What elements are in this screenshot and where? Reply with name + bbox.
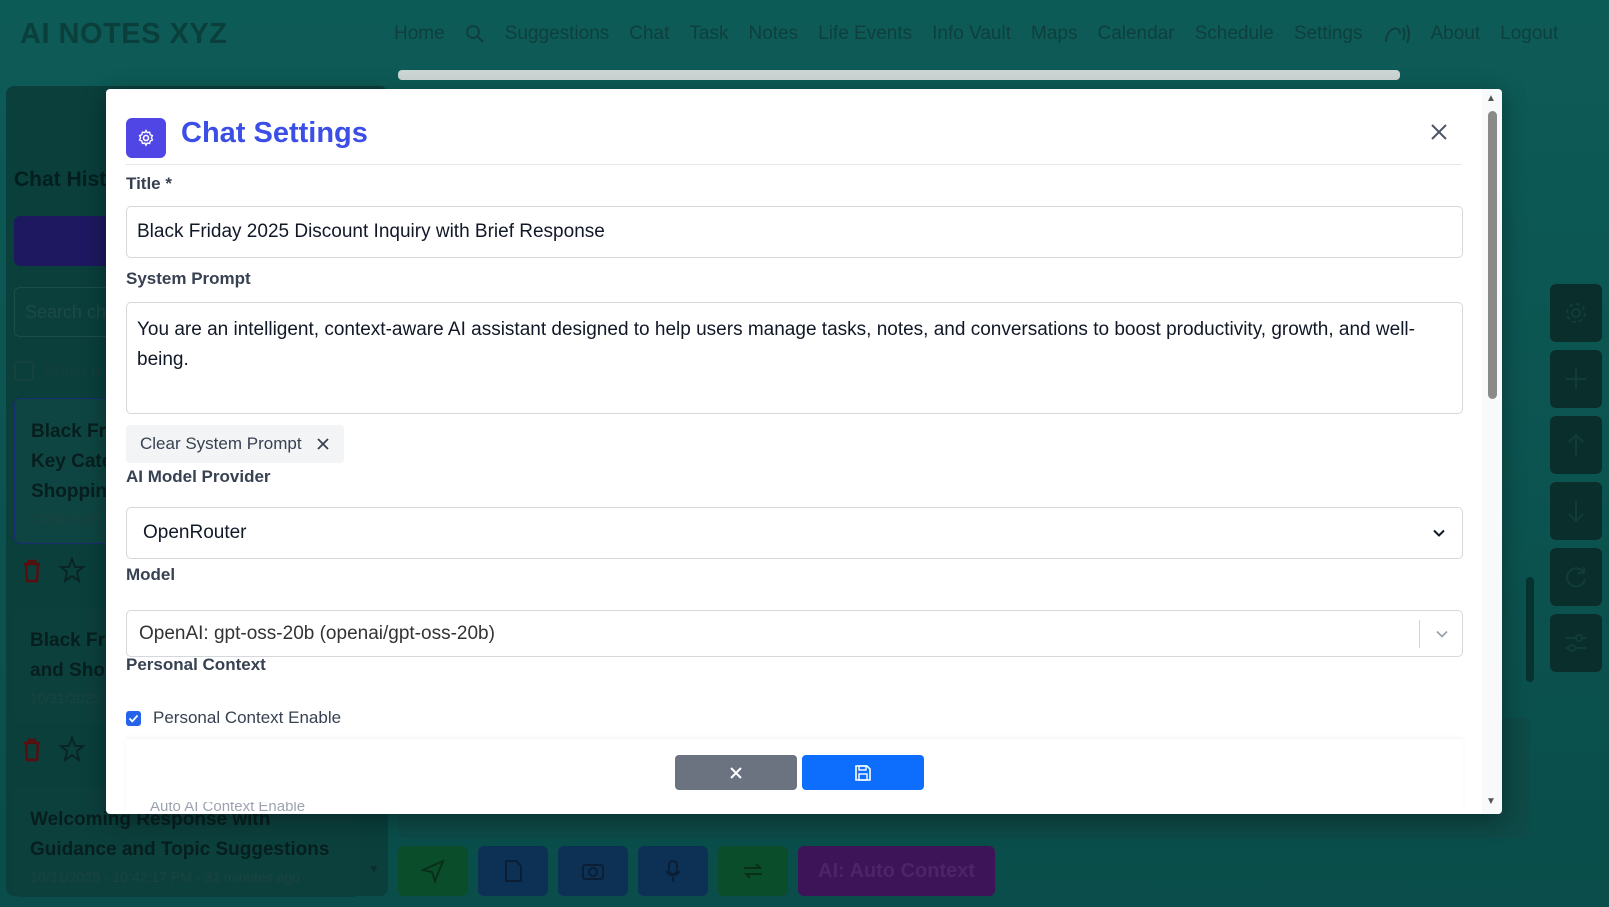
repeat-icon bbox=[743, 863, 763, 879]
modal-header: Chat Settings bbox=[126, 111, 1462, 165]
cancel-button[interactable] bbox=[675, 755, 797, 790]
star-icon[interactable] bbox=[58, 735, 86, 763]
nav-logout[interactable]: Logout bbox=[1500, 23, 1558, 45]
close-icon bbox=[1431, 124, 1447, 140]
provider-value: OpenRouter bbox=[143, 522, 247, 543]
clear-system-prompt-label: Clear System Prompt bbox=[140, 434, 302, 453]
nav-task[interactable]: Task bbox=[689, 23, 728, 45]
sliders-icon bbox=[1566, 634, 1586, 652]
save-icon bbox=[855, 764, 871, 781]
refresh-button[interactable] bbox=[1550, 548, 1602, 606]
add-button[interactable] bbox=[1550, 350, 1602, 408]
arrow-down-icon bbox=[1568, 501, 1584, 523]
personal-context-checkbox[interactable] bbox=[126, 710, 141, 726]
chat-history-item-title: Welcoming Response with Guidance and Top… bbox=[30, 809, 330, 860]
nav-links: Home Suggestions Chat Task Notes Life Ev… bbox=[394, 22, 1558, 46]
camera-button[interactable] bbox=[558, 846, 628, 896]
filters-button[interactable] bbox=[1550, 614, 1602, 672]
chat-item-actions bbox=[18, 735, 86, 763]
settings-button[interactable] bbox=[1550, 284, 1602, 342]
nav-life-events[interactable]: Life Events bbox=[818, 23, 912, 45]
gear-icon bbox=[1566, 303, 1586, 323]
camera-icon bbox=[582, 864, 604, 880]
nav-chat[interactable]: Chat bbox=[629, 23, 669, 45]
show-only-checkbox[interactable] bbox=[14, 361, 34, 381]
modal-title: Chat Settings bbox=[181, 117, 368, 149]
close-icon bbox=[316, 438, 329, 450]
show-only-filter[interactable]: Show o bbox=[14, 361, 101, 381]
trash-icon[interactable] bbox=[18, 556, 46, 584]
nav-notes[interactable]: Notes bbox=[748, 23, 798, 45]
close-icon bbox=[730, 766, 742, 779]
title-label: Title * bbox=[126, 174, 172, 193]
nav-suggestions[interactable]: Suggestions bbox=[505, 23, 610, 45]
nav-about[interactable]: About bbox=[1430, 23, 1480, 45]
scroll-top-button[interactable] bbox=[1550, 416, 1602, 474]
nav-calendar[interactable]: Calendar bbox=[1097, 23, 1174, 45]
right-tool-rail bbox=[1550, 284, 1602, 672]
scroll-down-icon[interactable]: ▼ bbox=[1486, 796, 1496, 807]
personal-context-enable-label: Personal Context Enable bbox=[153, 708, 342, 727]
star-icon[interactable] bbox=[58, 556, 86, 584]
system-prompt-label: System Prompt bbox=[126, 269, 251, 288]
personal-context-toggle[interactable]: Personal Context Enable bbox=[126, 708, 341, 728]
sidebar-scroll-down-icon[interactable]: ▼ bbox=[368, 862, 380, 876]
scroll-up-icon[interactable]: ▲ bbox=[1486, 93, 1496, 104]
arrow-up-icon bbox=[1568, 433, 1584, 455]
microphone-icon bbox=[665, 860, 681, 882]
chat-messages-panel bbox=[398, 70, 1400, 80]
chat-history-title: Chat Hist bbox=[14, 168, 107, 191]
nav-schedule[interactable]: Schedule bbox=[1195, 23, 1274, 45]
provider-select[interactable]: OpenRouter bbox=[126, 507, 1463, 559]
chat-item-actions bbox=[18, 556, 86, 584]
modal-footer: Auto AI Context Enable bbox=[126, 739, 1463, 814]
chat-action-bar: AI: Auto Context bbox=[398, 846, 996, 896]
plus-icon bbox=[1566, 369, 1586, 389]
refresh-icon bbox=[1566, 567, 1586, 588]
chat-scrollbar[interactable] bbox=[1522, 72, 1538, 702]
brand-logo[interactable]: AI NOTES XYZ bbox=[20, 18, 227, 51]
microphone-button[interactable] bbox=[638, 846, 708, 896]
top-navbar: AI NOTES XYZ Home Suggestions Chat Task … bbox=[0, 0, 1609, 72]
chevron-down-icon bbox=[1433, 529, 1445, 537]
chevron-down-icon bbox=[1436, 630, 1448, 638]
repeat-button[interactable] bbox=[718, 846, 788, 896]
clear-system-prompt-button[interactable]: Clear System Prompt bbox=[126, 425, 344, 463]
model-label: Model bbox=[126, 565, 176, 584]
settings-badge bbox=[126, 117, 166, 158]
close-modal-button[interactable] bbox=[1424, 117, 1454, 147]
voice-icon[interactable] bbox=[1382, 22, 1411, 46]
personal-context-label: Personal Context bbox=[126, 655, 266, 674]
save-button[interactable] bbox=[802, 755, 924, 790]
model-select[interactable]: OpenAI: gpt-oss-20b (openai/gpt-oss-20b) bbox=[126, 610, 1463, 657]
nav-maps[interactable]: Maps bbox=[1031, 23, 1077, 45]
scroll-bottom-button[interactable] bbox=[1550, 482, 1602, 540]
hidden-option-label: Auto AI Context Enable bbox=[150, 802, 306, 814]
attach-file-button[interactable] bbox=[478, 846, 548, 896]
ai-context-button[interactable]: AI: Auto Context bbox=[798, 846, 996, 896]
gear-icon bbox=[138, 128, 154, 147]
nav-home[interactable]: Home bbox=[394, 23, 445, 45]
nav-settings[interactable]: Settings bbox=[1294, 23, 1363, 45]
modal-scrollbar[interactable]: ▲ ▼ bbox=[1482, 89, 1502, 814]
send-icon bbox=[420, 859, 445, 884]
model-value: OpenAI: gpt-oss-20b (openai/gpt-oss-20b) bbox=[139, 622, 495, 644]
chat-settings-modal: Chat Settings Title * Black Friday 2025 … bbox=[106, 89, 1502, 814]
nav-info-vault[interactable]: Info Vault bbox=[932, 23, 1011, 45]
search-icon[interactable] bbox=[465, 24, 485, 44]
check-icon bbox=[128, 714, 139, 723]
file-icon bbox=[505, 860, 522, 882]
trash-icon[interactable] bbox=[18, 735, 46, 763]
send-button[interactable] bbox=[398, 846, 468, 896]
chat-history-item-date: 10/31/2025 - 10:42:17 PM - 32 minutes ag… bbox=[30, 869, 301, 885]
title-input[interactable]: Black Friday 2025 Discount Inquiry with … bbox=[126, 206, 1463, 258]
scrollbar-thumb[interactable] bbox=[1488, 111, 1497, 399]
system-prompt-textarea[interactable]: You are an intelligent, context-aware AI… bbox=[126, 302, 1463, 414]
show-only-label: Show o bbox=[44, 361, 101, 380]
provider-label: AI Model Provider bbox=[126, 467, 271, 486]
